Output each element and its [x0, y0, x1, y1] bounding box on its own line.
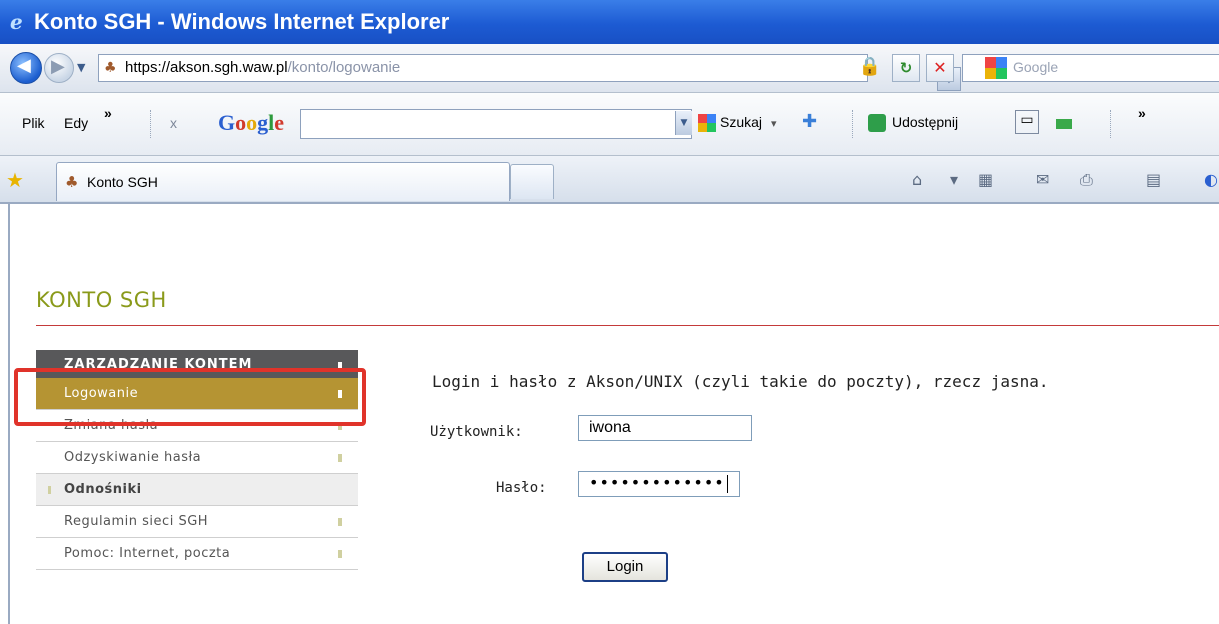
favorites-star-icon[interactable]: ★ — [6, 168, 24, 192]
menu-item-label: Odzyskiwanie hasła — [64, 450, 202, 465]
home-icon[interactable]: ⌂ — [912, 170, 922, 189]
battery-icon[interactable] — [1056, 119, 1072, 129]
print-icon[interactable]: ⎙ — [1080, 170, 1093, 190]
search-placeholder: Google — [1013, 59, 1059, 75]
address-bar-row: ◀ ▶ ▼ ♣ https://akson.sgh.waw.pl/konto/l… — [0, 44, 1219, 93]
site-favicon-icon: ♣ — [65, 173, 79, 191]
links-header-label: Odnośniki — [64, 482, 142, 497]
feeds-icon[interactable]: ▦ — [978, 170, 993, 189]
window-title-bar[interactable]: ℯ Konto SGH - Windows Internet Explorer — [0, 0, 1219, 44]
page-menu-icon[interactable]: ▤ — [1146, 170, 1161, 189]
menu-item-label: Regulamin sieci SGH — [64, 514, 209, 529]
bullet-icon — [338, 550, 342, 558]
login-button[interactable]: Login — [582, 552, 668, 582]
url-path: /konto/logowanie — [287, 59, 401, 76]
google-toolbar-logo: Google — [218, 110, 285, 135]
share-icon — [868, 114, 886, 132]
site-title: KONTO SGH — [36, 288, 167, 312]
bullet-icon — [48, 486, 51, 494]
arrow-left-icon: ◀ — [17, 55, 31, 76]
menu-item-odzyskiwanie-hasla[interactable]: Odzyskiwanie hasła — [36, 442, 358, 474]
toolbar-separator — [150, 110, 152, 138]
search-box[interactable]: Google — [962, 54, 1219, 82]
dropdown-icon[interactable]: ▾ — [950, 170, 958, 189]
site-favicon-icon: ♣ — [104, 60, 117, 76]
stop-button[interactable]: ✕ — [926, 54, 954, 82]
menu-item-label: Pomoc: Internet, poczta — [64, 546, 231, 561]
menu-file[interactable]: Plik — [22, 115, 45, 131]
arrow-right-icon: ▶ — [51, 56, 65, 77]
refresh-button[interactable]: ↻ — [892, 54, 920, 82]
forward-button[interactable]: ▶ — [44, 53, 74, 83]
url-text: https://akson.sgh.waw.pl/konto/logowanie — [125, 59, 400, 76]
menu-edit[interactable]: Edy — [64, 115, 88, 131]
add-plus-icon[interactable]: ✚ — [802, 111, 817, 132]
tab-label: Konto SGH — [87, 174, 158, 190]
lock-icon[interactable]: 🔒 — [857, 54, 883, 80]
page-content: KONTO SGH ZARZĄDZANIE KONTEM Logowanie Z… — [8, 204, 1219, 624]
tab-konto-sgh[interactable]: ♣ Konto SGH — [56, 162, 510, 201]
user-label: Użytkownik: — [430, 424, 523, 440]
google-toolbar: Plik Edy » x Google ▼ Szukaj ▾ ✚ Udostęp… — [0, 93, 1219, 156]
history-dropdown-icon[interactable]: ▼ — [77, 61, 85, 74]
mail-icon[interactable]: ✉ — [1036, 170, 1049, 189]
ie-logo-icon: ℯ — [10, 10, 23, 34]
password-label: Hasło: — [496, 480, 547, 496]
password-input[interactable]: ••••••••••••• — [578, 471, 740, 497]
tab-bar: ★ ♣ Konto SGH ⌂ ▾ ▦ ✉ ⎙ ▤ ◐ — [0, 156, 1219, 204]
page-icon[interactable]: ▭ — [1015, 110, 1039, 134]
highlight-box — [14, 368, 366, 426]
toolbar-separator — [1110, 110, 1112, 138]
safety-icon[interactable]: ◐ — [1204, 170, 1218, 189]
username-input[interactable]: iwona — [578, 415, 752, 441]
new-tab-button[interactable] — [510, 164, 554, 199]
toolbar-close-button[interactable]: x — [170, 115, 177, 131]
bullet-icon — [338, 518, 342, 526]
share-button[interactable]: Udostępnij — [892, 114, 958, 130]
address-field[interactable]: ♣ https://akson.sgh.waw.pl/konto/logowan… — [98, 54, 961, 91]
window-title: Konto SGH - Windows Internet Explorer — [34, 9, 450, 34]
search-button[interactable]: Szukaj — [720, 114, 762, 130]
search-dropdown-icon[interactable]: ▼ — [675, 111, 692, 135]
back-button[interactable]: ◀ — [10, 52, 42, 84]
username-value: iwona — [589, 419, 631, 436]
google-search-field[interactable] — [300, 109, 692, 139]
text-caret — [726, 474, 728, 493]
google-search-icon — [698, 114, 716, 132]
search-dropdown-arrow-icon[interactable]: ▾ — [771, 117, 777, 130]
menu-link-regulamin[interactable]: Regulamin sieci SGH — [36, 506, 358, 538]
title-divider — [36, 325, 1219, 326]
password-value: ••••••••••••• — [589, 473, 725, 492]
url-host: https://akson.sgh.waw.pl — [125, 59, 288, 76]
google-logo-icon — [985, 57, 1007, 79]
menu-link-pomoc[interactable]: Pomoc: Internet, poczta — [36, 538, 358, 570]
login-intro-text: Login i hasło z Akson/UNIX (czyli takie … — [432, 372, 1049, 391]
bullet-icon — [338, 454, 342, 462]
toolbar-separator — [852, 110, 854, 138]
menu-links-header: Odnośniki — [36, 474, 358, 506]
menu-overflow[interactable]: » — [104, 105, 112, 121]
toolbar-overflow[interactable]: » — [1138, 105, 1146, 121]
